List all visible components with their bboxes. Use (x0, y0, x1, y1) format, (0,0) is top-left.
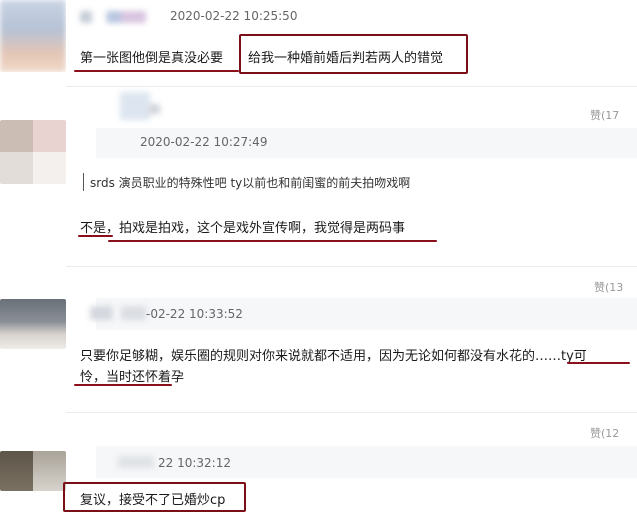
like-button[interactable]: 赞(12 (590, 425, 619, 441)
username[interactable] (118, 456, 154, 468)
username[interactable] (90, 306, 146, 320)
annotation-underline (78, 235, 113, 237)
comment-text: 只要你足够糊，娱乐圈的规则对你来说就都不适用，因为无论如何都没有水花的……ty可 (80, 349, 587, 364)
divider (66, 266, 637, 267)
like-label: 赞 (590, 109, 601, 122)
comment-text: 不是，拍戏是拍戏，这个是戏外宣传啊，我觉得是两码事 (80, 221, 406, 236)
comment-timestamp: -02-22 10:33:52 (146, 307, 243, 321)
username[interactable] (148, 104, 160, 114)
avatar[interactable] (0, 120, 66, 184)
like-count: (12 (601, 427, 620, 440)
annotation-underline (567, 362, 630, 364)
like-label: 赞 (590, 427, 601, 440)
annotation-underline (108, 240, 437, 242)
divider (66, 86, 637, 87)
comment-timestamp: 22 10:32:12 (158, 456, 231, 470)
reply-avatar[interactable] (120, 92, 150, 120)
like-count: (13 (605, 281, 624, 294)
avatar[interactable] (0, 0, 66, 72)
annotation-underline (74, 384, 172, 386)
avatar[interactable] (0, 299, 66, 349)
comment-timestamp: 2020-02-22 10:27:49 (140, 135, 268, 149)
like-button[interactable]: 赞(13 (594, 279, 623, 295)
like-count: (17 (601, 109, 620, 122)
annotation-underline (74, 70, 239, 72)
comment-text: 给我一种婚前婚后判若两人的错觉 (248, 51, 444, 66)
comment-timestamp: 2020-02-22 10:25:50 (170, 9, 298, 23)
avatar[interactable] (0, 451, 66, 491)
quoted-comment: srds 演员职业的特殊性吧 ty以前也和前闺蜜的前夫拍吻戏啊 (90, 176, 411, 190)
divider (66, 412, 637, 413)
like-label: 赞 (594, 281, 605, 294)
comment-text: 怜，当时还怀着孕 (80, 370, 185, 385)
comment-text: 第一张图他倒是真没必要 (80, 51, 224, 66)
like-button[interactable]: 赞(17 (590, 107, 619, 123)
username[interactable] (80, 11, 146, 23)
quote-bar (83, 173, 84, 191)
comment-text: 复议，接受不了已婚炒cp (80, 493, 226, 508)
